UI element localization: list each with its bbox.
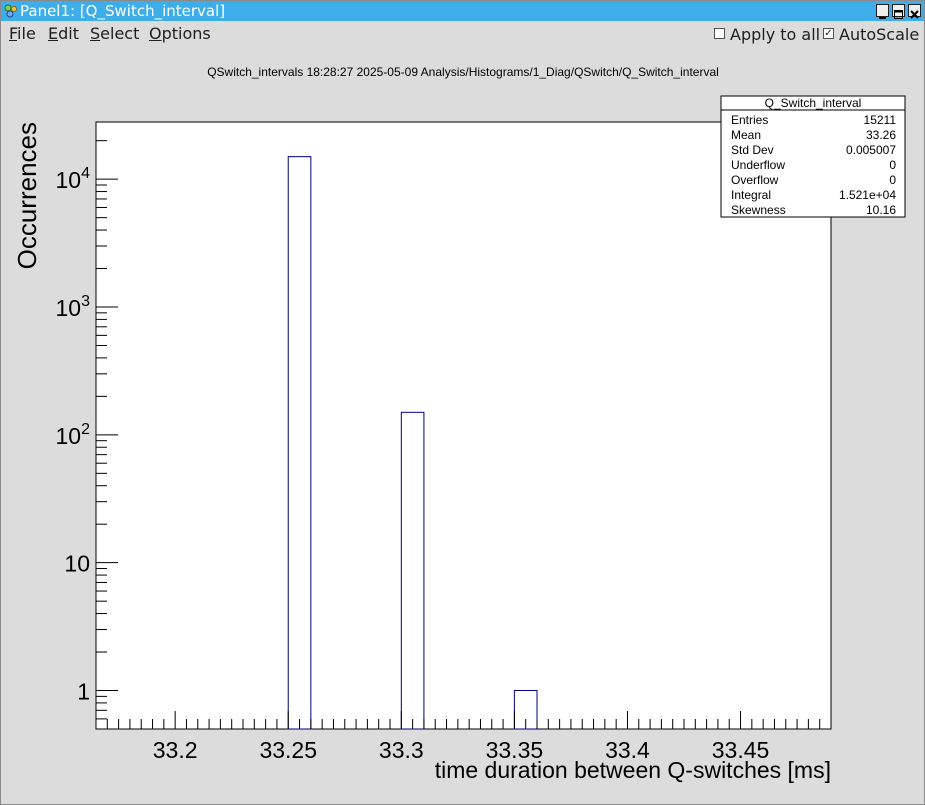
x-tick-label: 33.25 <box>259 737 317 763</box>
stats-row-value: 0 <box>889 173 896 187</box>
title-bar[interactable]: Panel1: [Q_Switch_interval] <box>1 1 924 21</box>
minimize-button[interactable] <box>876 4 889 19</box>
stats-row-value: 0 <box>889 158 896 172</box>
autoscale-label: AutoScale <box>839 25 920 44</box>
close-icon <box>910 10 919 19</box>
menu-select[interactable]: Select <box>90 25 139 43</box>
window-title: Panel1: [Q_Switch_interval] <box>20 2 226 20</box>
stats-row-value: 33.26 <box>866 128 896 142</box>
y-axis-label: Occurrences <box>12 122 42 269</box>
apply-to-all-label: Apply to all <box>730 25 821 44</box>
app-icon <box>4 4 17 18</box>
minimize-icon <box>879 17 886 19</box>
stats-row-value: 0.005007 <box>846 143 896 157</box>
y-tick-label: 102 <box>56 421 91 449</box>
stats-row-label: Integral <box>731 188 771 202</box>
y-tick-label: 104 <box>56 165 91 193</box>
plot-canvas[interactable]: QSwitch_intervals 18:28:27 2025-05-09 An… <box>5 47 920 800</box>
apply-to-all-toggle[interactable]: Apply to all <box>714 25 821 44</box>
stats-row-value: 1.521e+04 <box>839 188 896 202</box>
maximize-icon <box>894 10 903 19</box>
menu-edit[interactable]: Edit <box>48 25 79 43</box>
stats-row-label: Std Dev <box>731 143 774 157</box>
close-button[interactable] <box>908 4 921 19</box>
plot-title: QSwitch_intervals 18:28:27 2025-05-09 An… <box>207 65 719 79</box>
menu-file[interactable]: File <box>9 25 36 43</box>
y-tick-label: 1 <box>77 679 90 705</box>
x-tick-label: 33.2 <box>153 737 198 763</box>
root-window: Panel1: [Q_Switch_interval] File Edit Se… <box>0 0 925 805</box>
stats-row-value: 15211 <box>864 113 897 127</box>
stats-box-title: Q_Switch_interval <box>765 96 862 110</box>
apply-to-all-checkbox[interactable] <box>714 28 725 39</box>
y-tick-label: 103 <box>56 293 91 321</box>
stats-row-value: 10.16 <box>866 203 896 217</box>
x-tick-label: 33.3 <box>379 737 424 763</box>
stats-row-label: Mean <box>731 128 761 142</box>
maximize-button[interactable] <box>892 4 905 19</box>
y-tick-label: 10 <box>64 551 90 577</box>
menu-options[interactable]: Options <box>149 25 211 43</box>
stats-box[interactable]: Q_Switch_interval Entries 15211 Mean 33.26 S… <box>720 95 906 218</box>
x-axis-label: time duration between Q-switches [ms] <box>435 757 831 783</box>
stats-row-label: Underflow <box>731 158 785 172</box>
stats-row-label: Overflow <box>731 173 779 187</box>
histogram-chart[interactable]: QSwitch_intervals 18:28:27 2025-05-09 An… <box>5 47 920 800</box>
autoscale-checkbox[interactable]: ✓ <box>823 28 834 39</box>
stats-row-label: Entries <box>731 113 768 127</box>
menu-bar: File Edit Select Options Apply to all ✓ A… <box>1 22 924 46</box>
stats-row-label: Skewness <box>731 203 786 217</box>
autoscale-toggle[interactable]: ✓ AutoScale <box>823 25 920 44</box>
